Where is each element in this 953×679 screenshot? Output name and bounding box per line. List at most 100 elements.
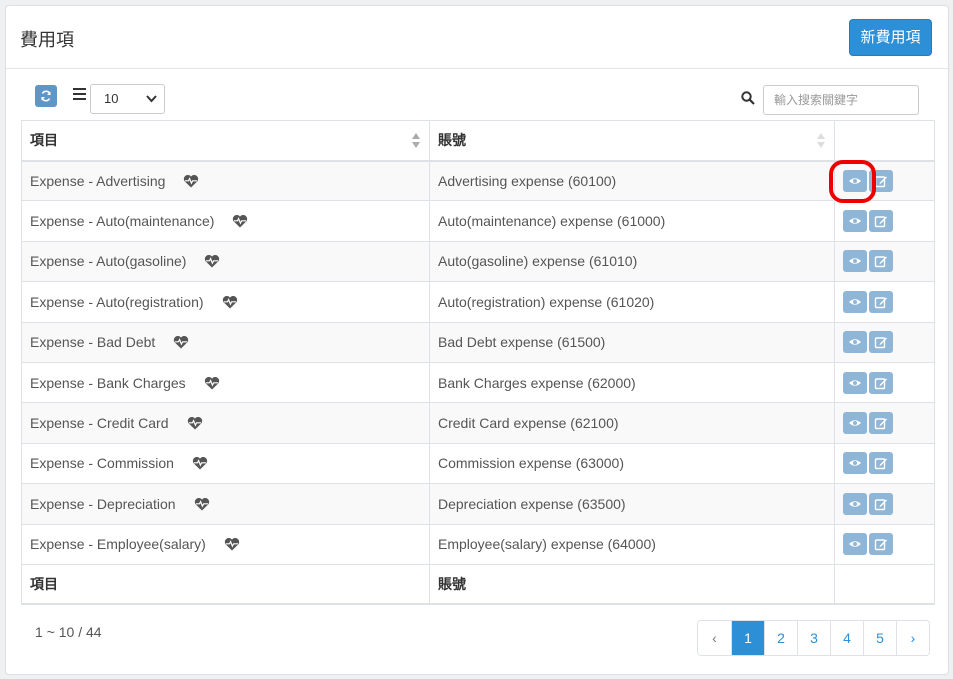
item-cell: Expense - Depreciation [21, 483, 430, 525]
heartbeat-icon [174, 336, 189, 349]
actions-cell [834, 402, 935, 444]
view-button[interactable] [843, 371, 867, 394]
edit-button[interactable] [869, 169, 893, 192]
sort-icon [817, 133, 825, 149]
actions-cell [834, 159, 935, 202]
table-header-row: 項目 賬號 [21, 120, 935, 162]
actions-cell [834, 240, 935, 283]
table-row: Expense - Credit Card Credit Card expense… [21, 402, 935, 444]
panel-header: 費用項 新費用項 [6, 6, 948, 69]
view-button[interactable] [843, 169, 867, 192]
eye-icon [849, 379, 861, 386]
item-name: Expense - Auto(maintenance) [30, 213, 215, 230]
item-name: Expense - Credit Card [30, 415, 169, 432]
view-button[interactable] [843, 412, 867, 435]
column-header-account[interactable]: 賬號 [429, 120, 835, 162]
actions-cell [834, 281, 935, 323]
heartbeat-icon [194, 497, 209, 511]
heartbeat-icon [204, 376, 219, 390]
view-button[interactable] [843, 452, 867, 475]
eye-icon [849, 258, 861, 265]
table-row: Expense - Employee(salary) Employee(salar… [21, 523, 935, 565]
pagination-page-4[interactable]: 4 [830, 621, 863, 655]
refresh-button[interactable] [35, 85, 57, 107]
heartbeat-icon [222, 295, 237, 309]
item-name: Expense - Depreciation [30, 495, 176, 512]
edit-button[interactable] [869, 250, 893, 273]
chevron-down-icon [146, 85, 157, 123]
item-cell: Expense - Employee(salary) [21, 523, 430, 565]
footer-item: 項目 [21, 563, 430, 606]
actions-cell [834, 321, 935, 363]
view-button[interactable] [843, 331, 867, 354]
item-name: Expense - Bank Charges [30, 374, 186, 391]
item-cell: Expense - Bad Debt [21, 321, 430, 363]
item-cell: Expense - Bank Charges [21, 361, 430, 404]
heartbeat-icon [187, 416, 202, 430]
column-header-item[interactable]: 項目 [21, 120, 430, 162]
edit-button[interactable] [869, 210, 893, 233]
edit-button[interactable] [869, 290, 893, 313]
refresh-icon [41, 90, 51, 102]
edit-icon [874, 499, 887, 511]
edit-button[interactable] [869, 412, 893, 435]
edit-icon [874, 256, 887, 268]
pagination-page-5[interactable]: 5 [863, 621, 896, 655]
eye-icon [849, 460, 861, 467]
eye-icon [849, 178, 861, 184]
edit-icon [874, 297, 887, 309]
expense-items-table: 項目 賬號 Expense - Advertising Advertising e… [21, 120, 935, 606]
search-input[interactable]: 輸入搜索關鍵字 [763, 85, 919, 115]
actions-cell [834, 361, 935, 404]
account-cell: Advertising expense (60100) [429, 159, 835, 202]
item-name: Expense - Employee(salary) [30, 536, 206, 553]
account-cell: Bad Debt expense (61500) [429, 321, 835, 363]
actions-cell [834, 523, 935, 565]
view-button[interactable] [843, 492, 867, 515]
page-title: 費用項 [20, 30, 74, 51]
pagination-prev[interactable]: ‹ [698, 621, 731, 655]
eye-icon [849, 420, 861, 426]
footer-account: 賬號 [429, 563, 835, 606]
actions-cell [834, 200, 935, 242]
edit-button[interactable] [869, 371, 893, 394]
eye-icon [849, 339, 861, 345]
table-row: Expense - Depreciation Depreciation expen… [21, 483, 935, 525]
eye-icon [849, 218, 861, 224]
eye-icon [849, 501, 861, 507]
table-row: Expense - Advertising Advertising expense… [21, 159, 935, 202]
heartbeat-icon [224, 538, 239, 551]
table-footer-row: 項目 賬號 [21, 563, 935, 606]
account-cell: Auto(gasoline) expense (61010) [429, 240, 835, 283]
account-cell: Auto(registration) expense (61020) [429, 281, 835, 323]
item-cell: Expense - Auto(maintenance) [21, 200, 430, 242]
edit-button[interactable] [869, 331, 893, 354]
pagination-page-1[interactable]: 1 [731, 621, 764, 655]
view-button[interactable] [843, 210, 867, 233]
edit-icon [874, 458, 887, 470]
view-button[interactable] [843, 533, 867, 556]
page-size-select[interactable]: 10 [90, 84, 165, 114]
sort-icon [412, 133, 420, 149]
heartbeat-icon [205, 255, 220, 268]
eye-icon [849, 541, 861, 547]
page-size-value: 10 [104, 91, 119, 106]
view-button[interactable] [843, 290, 867, 313]
expense-items-panel: 費用項 新費用項 10 輸入搜索關鍵字 項目 賬號 Expense - Adve… [5, 5, 949, 675]
actions-cell [834, 483, 935, 525]
item-name: Expense - Auto(registration) [30, 293, 204, 310]
pagination-page-2[interactable]: 2 [764, 621, 797, 655]
list-icon [73, 88, 87, 100]
item-name: Expense - Commission [30, 455, 174, 472]
item-name: Expense - Bad Debt [30, 334, 156, 351]
edit-button[interactable] [869, 533, 893, 556]
new-expense-item-button[interactable]: 新費用項 [849, 19, 932, 56]
pagination-next[interactable]: › [896, 621, 929, 655]
view-button[interactable] [843, 250, 867, 273]
item-cell: Expense - Auto(registration) [21, 281, 430, 323]
account-cell: Depreciation expense (63500) [429, 483, 835, 525]
edit-button[interactable] [869, 452, 893, 475]
eye-icon [849, 299, 861, 305]
edit-button[interactable] [869, 492, 893, 515]
pagination-page-3[interactable]: 3 [797, 621, 830, 655]
